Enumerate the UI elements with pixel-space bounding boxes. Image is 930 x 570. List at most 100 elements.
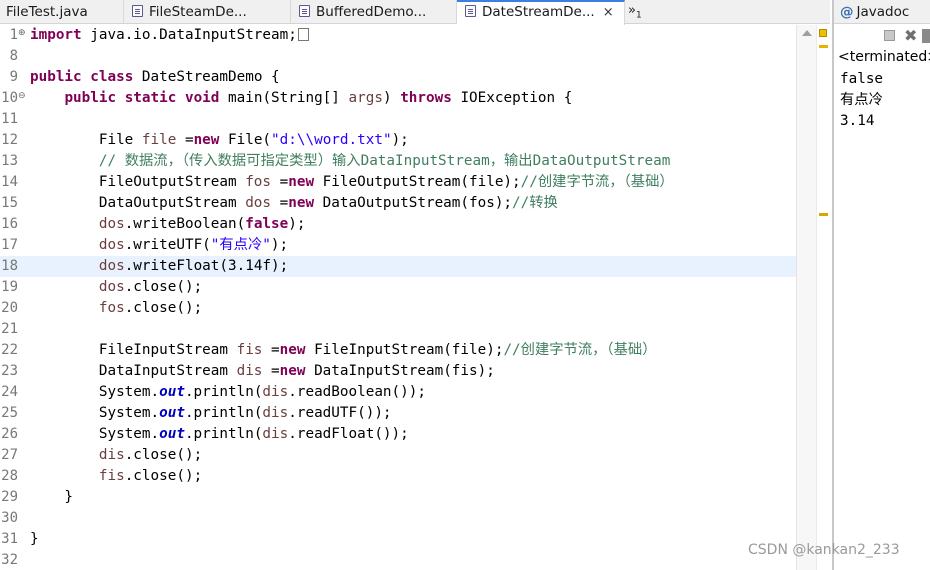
code-token: dos bbox=[98, 237, 125, 253]
code-text: dos.writeUTF("有点冷"); bbox=[30, 235, 288, 256]
fold-collapse-icon[interactable]: ⊖ bbox=[18, 90, 26, 102]
terminate-icon[interactable] bbox=[884, 30, 895, 41]
code-token: new bbox=[193, 132, 220, 148]
java-file-icon bbox=[465, 5, 476, 17]
line-number: 17 bbox=[1, 237, 18, 253]
code-token: FileInputStream(file); bbox=[305, 342, 504, 358]
chevron-double-right-icon: » bbox=[628, 3, 636, 18]
code-token: .readFloat()); bbox=[288, 426, 409, 442]
line-number: 12 bbox=[1, 132, 18, 148]
code-line[interactable]: 22 FileInputStream fis =new FileInputStr… bbox=[0, 340, 796, 361]
collapsed-imports-icon[interactable] bbox=[297, 28, 309, 41]
code-line[interactable]: 30 bbox=[0, 508, 796, 529]
code-line[interactable]: 26 System.out.println(dis.readFloat()); bbox=[0, 424, 796, 445]
code-line[interactable]: 10 ⊖ public static void main(String[] arg… bbox=[0, 88, 796, 109]
code-line[interactable]: 21 bbox=[0, 319, 796, 340]
code-line[interactable]: 16 dos.writeBoolean(false); bbox=[0, 214, 796, 235]
code-token: file bbox=[141, 132, 177, 148]
code-text: dos.writeBoolean(false); bbox=[30, 214, 306, 235]
code-line[interactable]: 23 DataInputStream dis =new DataInputStr… bbox=[0, 361, 796, 382]
code-line[interactable]: 31} bbox=[0, 529, 796, 550]
code-token: fos bbox=[245, 174, 272, 190]
tab-label: FileSteamDe... bbox=[149, 4, 247, 20]
tab-filetest[interactable]: FileTest.java bbox=[0, 0, 124, 24]
tab-overflow-button[interactable]: »1 bbox=[628, 0, 642, 24]
code-text: import java.io.DataInputStream; bbox=[30, 25, 309, 46]
code-token: ); bbox=[391, 132, 409, 148]
code-text: dos.close(); bbox=[30, 277, 202, 298]
code-line[interactable]: 28 fis.close(); bbox=[0, 466, 796, 487]
code-token: .println( bbox=[184, 405, 263, 421]
code-token: dos bbox=[245, 195, 272, 211]
code-token: "d:\\word.txt" bbox=[271, 132, 392, 148]
java-file-icon bbox=[299, 5, 310, 17]
tab-javadoc[interactable]: @ Javadoc bbox=[834, 0, 930, 24]
code-line[interactable]: 19 dos.close(); bbox=[0, 277, 796, 298]
code-token: dis bbox=[262, 405, 289, 421]
code-line[interactable]: 9 public class DateStreamDemo { bbox=[0, 67, 796, 88]
line-number: 27 bbox=[1, 447, 18, 463]
scroll-up-arrow-icon[interactable] bbox=[802, 30, 812, 36]
code-line[interactable]: 12 File file =new File("d:\\word.txt"); bbox=[0, 130, 796, 151]
code-line[interactable]: 32 bbox=[0, 550, 796, 570]
tab-buffereddemo[interactable]: BufferedDemo... bbox=[291, 0, 457, 24]
close-icon[interactable]: × bbox=[603, 5, 614, 20]
code-token: //创建字节流，（基础） bbox=[520, 174, 674, 190]
code-token: System. bbox=[30, 384, 160, 400]
code-line[interactable]: 13 // 数据流，（传入数据可指定类型）输入DataInputStream，输… bbox=[0, 151, 796, 172]
code-text: } bbox=[30, 487, 73, 508]
code-text: System.out.println(dis.readBoolean()); bbox=[30, 382, 426, 403]
fold-expand-icon[interactable]: ⊕ bbox=[18, 27, 26, 39]
code-text: public class DateStreamDemo { bbox=[30, 67, 280, 88]
line-number: 8 bbox=[9, 48, 18, 64]
code-line[interactable]: 14 FileOutputStream fos =new FileOutputS… bbox=[0, 172, 796, 193]
code-line[interactable]: 20 fos.close(); bbox=[0, 298, 796, 319]
code-line[interactable]: 29 } bbox=[0, 487, 796, 508]
code-token: .readUTF()); bbox=[288, 405, 392, 421]
code-token: java.io.DataInputStream; bbox=[81, 27, 297, 43]
code-line[interactable]: 17 dos.writeUTF("有点冷"); bbox=[0, 235, 796, 256]
code-line[interactable]: 27 dis.close(); bbox=[0, 445, 796, 466]
code-token: System. bbox=[30, 426, 160, 442]
remove-all-icon[interactable] bbox=[922, 29, 930, 43]
code-token: .close(); bbox=[124, 468, 203, 484]
line-number: 9 bbox=[9, 69, 18, 85]
line-number: 23 bbox=[1, 363, 18, 379]
occurrence-marker[interactable] bbox=[819, 213, 828, 216]
line-number: 24 bbox=[1, 384, 18, 400]
code-line[interactable]: 8 bbox=[0, 46, 796, 67]
tab-filesteamdemo[interactable]: FileSteamDe... bbox=[124, 0, 291, 24]
code-token: fis bbox=[236, 342, 263, 358]
code-token: dos bbox=[98, 216, 125, 232]
line-number: 22 bbox=[1, 342, 18, 358]
code-line[interactable]: 25 System.out.println(dis.readUTF()); bbox=[0, 403, 796, 424]
remove-launch-icon[interactable]: ✖ bbox=[904, 26, 917, 46]
code-token: FileOutputStream(file); bbox=[314, 174, 521, 190]
code-text: DataOutputStream dos =new DataOutputStre… bbox=[30, 193, 558, 214]
code-token: .close(); bbox=[124, 447, 203, 463]
code-line[interactable]: 1 ⊕ import java.io.DataInputStream; bbox=[0, 25, 796, 46]
console-pane: @ Javadoc ✖ <terminated> false 有点冷 3.14 bbox=[832, 0, 930, 570]
code-line[interactable]: 15 DataOutputStream dos =new DataOutputS… bbox=[0, 193, 796, 214]
warning-marker[interactable] bbox=[819, 45, 828, 48]
vertical-scrollbar[interactable] bbox=[796, 25, 816, 570]
code-token: //创建字节流，（基础） bbox=[503, 342, 657, 358]
code-line[interactable]: 11 bbox=[0, 109, 796, 130]
code-area[interactable]: 1 ⊕ import java.io.DataInputStream; 8 9 publi… bbox=[0, 25, 796, 570]
code-token: ) bbox=[382, 90, 401, 106]
code-token: // 数据流，（传入数据可指定类型）输入DataInputStream，输出Da… bbox=[98, 153, 671, 169]
watermark: CSDN @kankan2_233 bbox=[748, 542, 900, 558]
code-text: } bbox=[30, 529, 39, 550]
tab-datestreamdemo[interactable]: DateStreamDe... × bbox=[457, 0, 625, 25]
javadoc-icon: @ bbox=[840, 4, 854, 20]
code-token: .close(); bbox=[124, 279, 203, 295]
code-token: = bbox=[262, 363, 280, 379]
code-line[interactable]: 24 System.out.println(dis.readBoolean())… bbox=[0, 382, 796, 403]
warning-summary-icon[interactable] bbox=[819, 29, 827, 37]
code-token: FileInputStream bbox=[30, 342, 237, 358]
code-token: public bbox=[30, 69, 82, 85]
code-line[interactable]: 18 dos.writeFloat(3.14f); bbox=[0, 256, 796, 277]
console-output-line: 3.14 bbox=[840, 113, 875, 129]
